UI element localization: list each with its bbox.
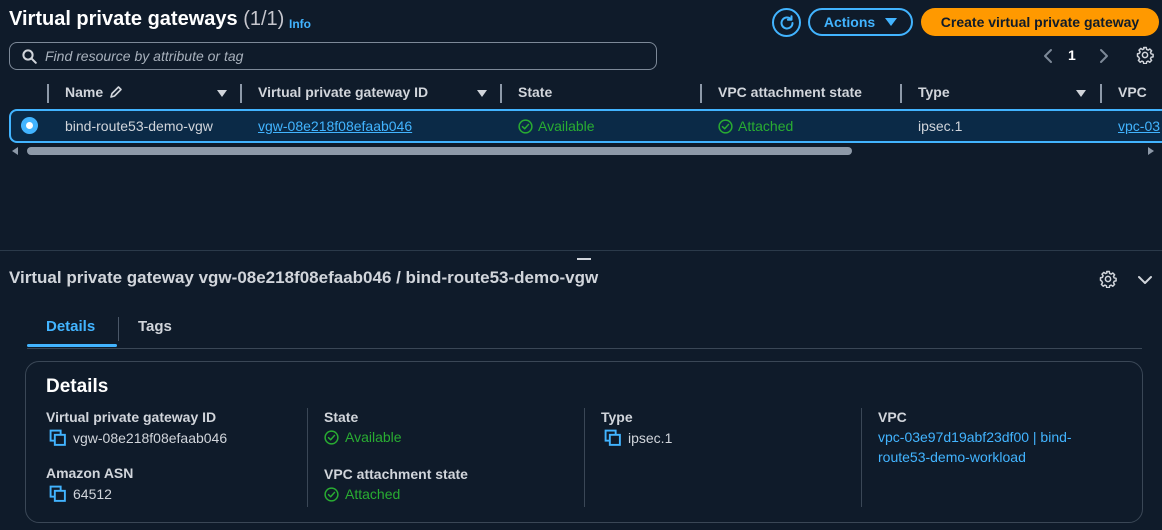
caret-down-icon [885,18,898,26]
column-divider [1100,84,1102,103]
refresh-button[interactable] [772,8,801,37]
next-page-button[interactable] [1096,46,1112,66]
check-circle-icon [324,429,339,445]
chevron-left-icon [1044,49,1052,63]
type-text: ipsec.1 [628,430,673,446]
column-divider [700,84,702,103]
column-divider [861,408,862,507]
split-panel-collapse-button[interactable] [1135,270,1155,290]
column-header-label: Virtual private gateway ID [258,84,429,100]
column-header-label: Type [918,84,950,100]
detail-panel-title: Virtual private gateway vgw-08e218f08efa… [9,268,599,287]
column-divider [500,84,502,103]
row-type-cell: ipsec.1 [918,118,963,134]
check-circle-icon [718,118,733,134]
previous-page-button[interactable] [1040,46,1056,66]
chevron-down-icon [1138,276,1152,284]
pencil-icon [110,86,122,98]
split-panel-resize-handle[interactable] [577,258,591,260]
tab-tags[interactable]: Tags [138,318,172,335]
state-value: Available [324,429,402,445]
gateway-id-value: vgw-08e218f08efaab046 [49,429,227,447]
attachment-state-label: VPC attachment state [324,466,468,482]
chevron-right-icon [1100,49,1108,63]
sort-name-icon[interactable] [217,90,227,97]
column-header-label: VPC attachment state [718,84,862,100]
row-attachment-cell: Attached [718,118,793,134]
column-header-type[interactable]: Type [918,84,950,100]
type-label: Type [601,409,633,425]
row-attachment-text: Attached [738,118,794,134]
info-link[interactable]: Info [289,17,311,31]
details-card-title: Details [46,376,109,397]
check-circle-icon [518,118,533,134]
column-header-attachment-state[interactable]: VPC attachment state [718,84,862,100]
vpc-link[interactable]: vpc-03e97d19abf23df00 | bind- route53-de… [878,427,1072,467]
column-header-label: Name [65,84,104,100]
column-header-gateway-id[interactable]: Virtual private gateway ID [258,84,428,100]
gear-icon [1136,46,1154,64]
copy-icon[interactable] [49,485,67,503]
column-header-label: VPC [1118,84,1147,100]
amazon-asn-value: 64512 [49,485,112,503]
vpc-link-line-1[interactable]: vpc-03e97d19abf23df00 | bind- [878,427,1072,447]
search-bar[interactable] [9,42,657,70]
active-tab-indicator [27,344,117,347]
state-label: State [324,409,359,425]
check-circle-icon [324,486,339,502]
scroll-right-arrow[interactable] [1148,147,1154,155]
amazon-asn-label: Amazon ASN [46,465,134,481]
tab-details[interactable]: Details [46,318,95,335]
page-title-text: Virtual private gateways [9,8,238,30]
sort-gateway-id-icon[interactable] [477,90,487,97]
page-title: Virtual private gateways (1/1) [9,8,284,31]
refresh-icon [780,14,793,29]
split-panel-settings-button[interactable] [1098,269,1118,289]
row-state-cell: Available [518,118,595,134]
table-preferences-button[interactable] [1134,44,1156,66]
type-value: ipsec.1 [604,429,672,447]
search-input[interactable] [45,48,645,64]
row-vpc-link[interactable]: vpc-03 [1118,118,1162,134]
column-header-label: State [518,84,553,100]
actions-button-label: Actions [823,14,876,30]
attachment-state-value: Attached [324,486,400,502]
copy-icon[interactable] [49,429,67,447]
row-select-radio[interactable] [21,117,38,134]
search-icon [22,48,37,64]
row-gateway-id-link[interactable]: vgw-08e218f08efaab046 [258,118,412,134]
column-header-state[interactable]: State [518,84,552,100]
create-gateway-button[interactable]: Create virtual private gateway [921,8,1159,36]
state-text: Available [345,429,402,445]
attachment-state-text: Attached [345,486,401,502]
column-header-vpc[interactable]: VPC [1118,84,1147,100]
split-panel-divider [0,250,1162,251]
gateway-id-label: Virtual private gateway ID [46,409,217,425]
scroll-left-arrow[interactable] [12,147,18,155]
resource-count: (1/1) [243,8,285,30]
vpc-label: VPC [878,409,907,425]
vpc-link-line-2[interactable]: route53-demo-workload [878,447,1072,467]
tabs-baseline [27,348,1142,349]
sort-type-icon[interactable] [1076,90,1086,97]
column-divider [584,408,585,507]
gateway-id-text: vgw-08e218f08efaab046 [73,430,228,446]
column-header-name[interactable]: Name [65,84,123,100]
gear-icon [1099,270,1117,288]
create-gateway-button-label: Create virtual private gateway [940,14,1140,30]
row-name-cell: bind-route53-demo-vgw [65,118,213,134]
amazon-asn-text: 64512 [73,486,112,502]
row-state-text: Available [538,118,595,134]
actions-button[interactable]: Actions [808,8,913,36]
column-divider [240,84,242,103]
tab-divider [118,317,119,341]
column-divider [900,84,902,103]
horizontal-scrollbar[interactable] [27,147,852,155]
column-divider [307,408,308,507]
column-divider [47,84,49,103]
current-page-number[interactable]: 1 [1068,47,1076,63]
copy-icon[interactable] [604,429,622,447]
